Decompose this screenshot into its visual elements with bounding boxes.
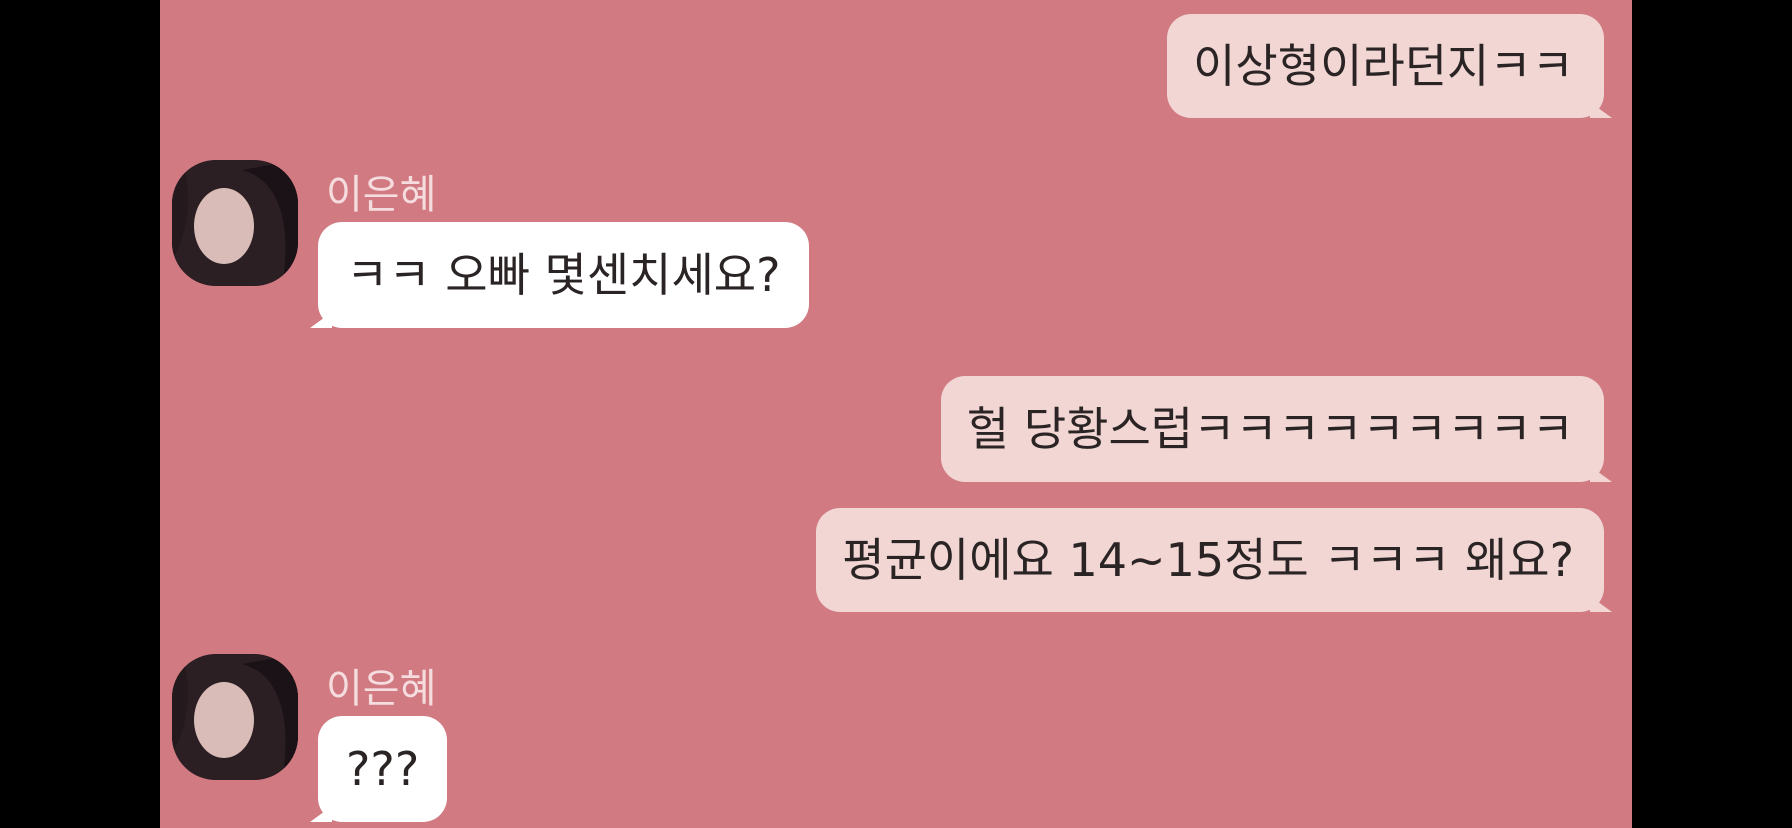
avatar-photo-icon (172, 160, 298, 286)
message-text: 헐 당황스럽ㅋㅋㅋㅋㅋㅋㅋㅋㅋ (966, 402, 1574, 456)
message-text: ??? (346, 742, 420, 796)
sender-name: 이은혜 (326, 666, 437, 712)
message-bubble-received[interactable]: ??? (309, 716, 448, 822)
message-bubble-received[interactable]: ㅋㅋ 오빠 몇센치세요? (310, 222, 809, 328)
chat-screen: 이상형이라던지ㅋㅋ 이은혜 ㅋㅋ 오빠 몇센치세요? 헐 당황스럽ㅋㅋㅋㅋㅋㅋㅋ… (160, 0, 1632, 828)
message-text: ㅋㅋ 오빠 몇센치세요? (346, 248, 781, 302)
sender-name: 이은혜 (326, 172, 437, 218)
message-bubble-sent[interactable]: 헐 당황스럽ㅋㅋㅋㅋㅋㅋㅋㅋㅋ (940, 376, 1613, 482)
message-bubble-sent[interactable]: 평균이에요 14~15정도 ㅋㅋㅋ 왜요? (816, 508, 1612, 612)
avatar[interactable] (172, 654, 298, 780)
message-text: 이상형이라던지ㅋㅋ (1193, 39, 1574, 93)
message-text: 평균이에요 14~15정도 ㅋㅋㅋ 왜요? (842, 533, 1574, 587)
avatar-photo-icon (172, 654, 298, 780)
message-bubble-sent[interactable]: 이상형이라던지ㅋㅋ (1167, 14, 1612, 118)
avatar[interactable] (172, 160, 298, 286)
